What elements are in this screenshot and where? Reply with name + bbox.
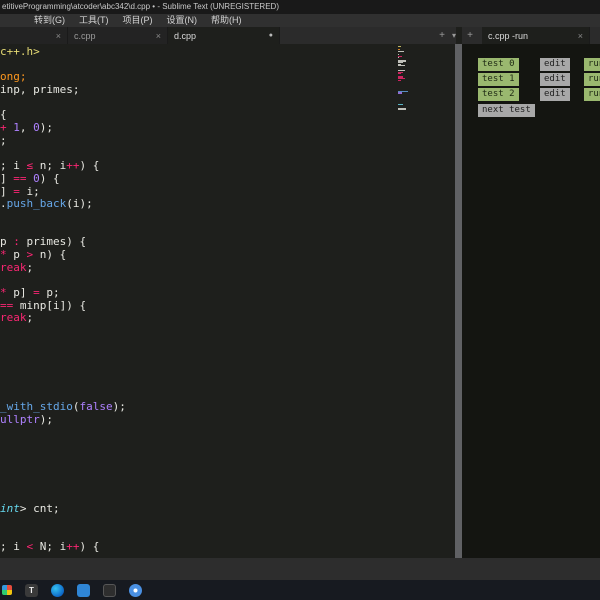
test-label[interactable]: test 1 — [478, 73, 519, 86]
code-line: int> cnt; — [0, 501, 60, 515]
build-output-pane: test 0 edit run test 1 edit run test 2 edit run n… — [462, 44, 600, 558]
typora-icon[interactable]: T — [25, 583, 38, 597]
minimap-line — [398, 108, 406, 110]
menu-item-1[interactable]: 工具(T) — [79, 14, 109, 27]
minimap-line — [398, 65, 405, 67]
minimap-line — [398, 79, 401, 81]
edge-icon[interactable] — [51, 583, 64, 597]
code-line: ; i < N; i++) { — [0, 539, 100, 553]
tab-close-icon[interactable]: × — [56, 31, 61, 41]
tabs-right: c.cpp -run × — [482, 27, 600, 44]
tab-d.cpp[interactable]: d.cpp ● — [168, 27, 280, 44]
window-title-bar: etitiveProgramming\atcoder\abc342\d.cpp … — [0, 0, 600, 14]
tab-overflow-button[interactable]: ▾ — [448, 27, 460, 44]
browser-icon[interactable] — [129, 583, 142, 597]
taskbar-icons: T — [2, 583, 142, 597]
windows-taskbar: T — [0, 580, 600, 600]
new-tab-button-right[interactable]: + — [464, 27, 476, 44]
test-label[interactable]: test 2 — [478, 88, 519, 101]
test-label[interactable]: test 0 — [478, 58, 519, 71]
menu-item-3[interactable]: 设置(N) — [167, 14, 198, 27]
tab-c.cpp -run[interactable]: c.cpp -run × — [482, 27, 590, 44]
minimap-line — [398, 57, 399, 59]
code-content: c++.h> ong; inp, primes; {+ 1, 0);; ; i ≤… — [0, 45, 126, 554]
run-button[interactable]: run — [584, 88, 600, 101]
code-line: reak; — [0, 260, 34, 274]
minimap-line — [398, 73, 401, 75]
menu-item-0[interactable]: 转到(G) — [34, 14, 65, 27]
code-line: .push_back(i); — [0, 197, 93, 211]
tab-close-icon[interactable]: × — [156, 31, 161, 41]
code-line: ullptr); — [0, 412, 53, 426]
minimap-line — [398, 55, 402, 57]
minimap-line — [398, 92, 402, 94]
pane-divider[interactable] — [455, 44, 462, 558]
tab-c.cpp[interactable]: c.cpp × — [68, 27, 168, 44]
menu-bar: 转到(G) 工具(T) 项目(P) 设置(N) 帮助(H) — [0, 14, 600, 27]
menu-item-4[interactable]: 帮助(H) — [211, 14, 242, 27]
code-line: + 1, 0); — [0, 121, 53, 135]
status-bar — [0, 558, 600, 580]
widget-icon[interactable] — [2, 585, 12, 595]
next-test-button[interactable]: next test — [478, 104, 535, 117]
edit-button[interactable]: edit — [540, 58, 570, 71]
tab-strip-right: c.cpp -run × — [462, 27, 600, 44]
code-line: inp, primes; — [0, 83, 80, 97]
minimap-line — [398, 103, 403, 105]
tab-untitled[interactable]: × — [0, 27, 68, 44]
minimap-line — [398, 46, 401, 48]
menu-item-2[interactable]: 项目(P) — [123, 14, 153, 27]
window-title: etitiveProgramming\atcoder\abc342\d.cpp … — [2, 2, 279, 11]
run-button[interactable]: run — [584, 73, 600, 86]
vscode-icon[interactable] — [77, 583, 90, 597]
code-line: c++.h> — [0, 45, 40, 58]
code-line: reak; — [0, 311, 34, 325]
tabs-left: × c.cpp × d.cpp ● — [0, 27, 456, 44]
code-line: ; — [0, 133, 7, 147]
minimap-line — [398, 50, 404, 52]
code-editor[interactable]: c++.h> ong; inp, primes; {+ 1, 0);; ; i ≤… — [0, 44, 455, 558]
new-tab-button[interactable]: + — [436, 27, 448, 44]
tab-close-icon[interactable]: × — [578, 31, 583, 41]
menu-items: 转到(G) 工具(T) 项目(P) 设置(N) 帮助(H) — [0, 14, 600, 27]
terminal-icon[interactable] — [103, 583, 116, 597]
run-button[interactable]: run — [584, 58, 600, 71]
minimap[interactable] — [398, 46, 414, 126]
tab-modified-icon: ● — [268, 32, 273, 39]
edit-button[interactable]: edit — [540, 88, 570, 101]
edit-button[interactable]: edit — [540, 73, 570, 86]
tab-strip-left: × c.cpp × d.cpp ● — [0, 27, 456, 44]
